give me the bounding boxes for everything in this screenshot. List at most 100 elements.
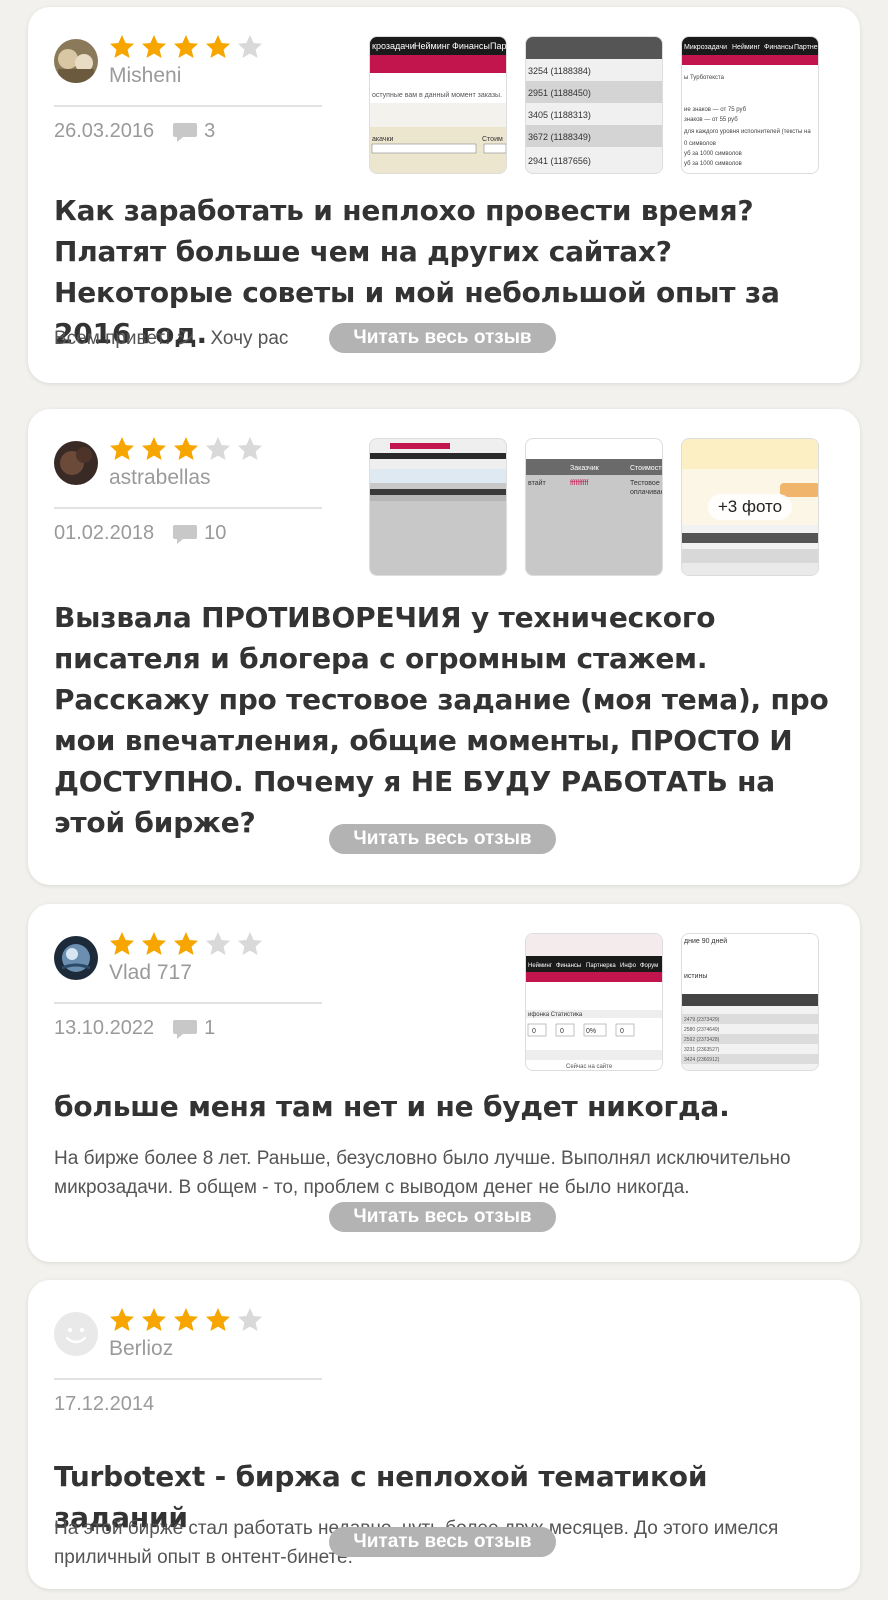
comment-bubble-icon — [173, 122, 198, 142]
review-date: 17.12.2014 — [54, 1393, 155, 1415]
review-date: 13.10.2022 — [54, 1017, 155, 1039]
review-photo[interactable]: 3254 (1188384) 2951 (1188450) 3405 (1188… — [525, 36, 663, 174]
smiley-face-icon[interactable] — [54, 1312, 98, 1356]
svg-text:Нейминг: Нейминг — [528, 962, 553, 969]
star-filled-icon — [174, 1308, 198, 1331]
rating-stars — [108, 930, 264, 958]
review-photo[interactable]: Заказчик Стоимость втайт ffffffffff Тест… — [525, 438, 663, 576]
star-filled-icon — [206, 1308, 230, 1331]
svg-text:3405 (1188313): 3405 (1188313) — [528, 110, 591, 120]
review-photo[interactable]: дние 90 дней истины 2479 (2373429) 2580 … — [681, 933, 819, 1071]
review-card[interactable]: Vlad 717 13.10.2022 1 Нейминг Финансы Парт… — [28, 904, 860, 1262]
svg-text:знаков — от 55 руб: знаков — от 55 руб — [684, 117, 738, 123]
star-filled-icon — [174, 35, 198, 58]
star-filled-icon — [142, 932, 166, 955]
svg-text:2580 (2374649): 2580 (2374649) — [684, 1027, 720, 1033]
review-photo[interactable] — [369, 438, 507, 576]
star-filled-icon — [206, 35, 230, 58]
read-more-button[interactable]: Читать весь отзыв — [329, 824, 556, 854]
username[interactable]: Vlad 717 — [109, 961, 192, 985]
review-card[interactable]: Misheni 26.03.2016 3 крозадачи Нейминг Фин… — [28, 7, 860, 383]
star-empty-icon — [238, 932, 262, 955]
review-photo[interactable]: Нейминг Финансы Партнерка Инфо Форум ифонка … — [525, 933, 663, 1071]
star-empty-icon — [238, 1308, 262, 1331]
svg-text:дние 90 дней: дние 90 дней — [684, 937, 727, 945]
svg-text:ифонка Статистика: ифонка Статистика — [528, 1012, 583, 1018]
svg-text:3424 (2360912): 3424 (2360912) — [684, 1057, 720, 1063]
username[interactable]: astrabellas — [109, 466, 211, 490]
svg-text:Партнерка: Партнерка — [794, 44, 819, 51]
star-filled-icon — [174, 437, 198, 460]
divider — [54, 1002, 322, 1004]
star-filled-icon — [110, 932, 134, 955]
divider — [54, 105, 322, 107]
svg-text:Инфо: Инфо — [620, 963, 637, 969]
star-empty-icon — [238, 437, 262, 460]
svg-text:ие знаков — от 75 руб: ие знаков — от 75 руб — [684, 107, 747, 113]
comment-bubble-icon — [173, 524, 198, 544]
review-date: 26.03.2016 — [54, 120, 155, 142]
svg-text:оплачивается: оплачивается — [630, 489, 663, 496]
avatar[interactable] — [54, 936, 98, 980]
star-filled-icon — [110, 437, 134, 460]
svg-text:уб за 1000 символов: уб за 1000 символов — [684, 161, 742, 167]
avatar[interactable] — [54, 39, 98, 83]
svg-text:Партнерка: Партнерка — [586, 963, 616, 969]
comments-count[interactable]: 1 — [172, 1017, 215, 1040]
comments-count-value: 3 — [204, 120, 216, 142]
read-more-button[interactable]: Читать весь отзыв — [329, 323, 556, 353]
read-more-button[interactable]: Читать весь отзыв — [329, 1527, 556, 1557]
svg-text:0 символов: 0 символов — [684, 141, 716, 147]
svg-text:0: 0 — [620, 1028, 624, 1035]
star-filled-icon — [142, 35, 166, 58]
divider — [54, 507, 322, 509]
svg-text:истины: истины — [684, 973, 707, 980]
svg-text:3231 (2363527): 3231 (2363527) — [684, 1047, 720, 1053]
svg-text:ы Турботекста: ы Турботекста — [684, 75, 725, 81]
svg-text:3672 (1188349): 3672 (1188349) — [528, 132, 591, 142]
svg-text:Микрозадачи: Микрозадачи — [684, 44, 727, 51]
comments-count[interactable]: 10 — [172, 522, 226, 545]
star-empty-icon — [206, 932, 230, 955]
svg-text:0%: 0% — [586, 1028, 596, 1035]
review-meta: 26.03.2016 3 — [54, 120, 215, 143]
username[interactable]: Berlioz — [109, 1337, 173, 1361]
star-filled-icon — [110, 1308, 134, 1331]
rating-stars — [108, 1306, 264, 1334]
review-meta: 13.10.2022 1 — [54, 1017, 215, 1040]
svg-text:2951 (1188450): 2951 (1188450) — [528, 88, 591, 98]
svg-text:Финансы: Финансы — [764, 44, 793, 51]
svg-text:крозадачи: крозадачи — [372, 41, 415, 51]
username[interactable]: Misheni — [109, 64, 181, 88]
svg-text:Нейминг: Нейминг — [414, 41, 451, 51]
more-photos-badge[interactable]: +3 фото — [707, 494, 793, 520]
review-card[interactable]: astrabellas 01.02.2018 10 Заказчик Стоим… — [28, 409, 860, 885]
svg-text:Тестовое зада: Тестовое зада — [630, 480, 663, 487]
review-photo[interactable]: Микрозадачи Нейминг ФинансыПартнерка ы Тур… — [681, 36, 819, 174]
svg-text:3254 (1188384): 3254 (1188384) — [528, 66, 591, 76]
star-empty-icon — [206, 437, 230, 460]
svg-text:Стоимость: Стоимость — [630, 465, 663, 472]
avatar[interactable] — [54, 441, 98, 485]
star-filled-icon — [110, 35, 134, 58]
comments-count-value: 1 — [204, 1017, 216, 1039]
svg-text:Нейминг: Нейминг — [732, 43, 760, 51]
review-photo[interactable]: +3 фото — [681, 438, 819, 576]
review-card[interactable]: Berlioz 17.12.2014 Turbotext - биржа с н… — [28, 1280, 860, 1589]
star-empty-icon — [238, 35, 262, 58]
review-title[interactable]: Вызвала ПРОТИВОРЕЧИЯ у технического писа… — [54, 597, 834, 843]
review-photo[interactable]: крозадачи Нейминг Финансы Пар оступные вам … — [369, 36, 507, 174]
svg-text:оступные вам в данный момент з: оступные вам в данный момент заказы. — [372, 91, 502, 99]
svg-text:Форум: Форум — [640, 963, 658, 969]
star-filled-icon — [174, 932, 198, 955]
star-filled-icon — [142, 1308, 166, 1331]
review-title[interactable]: больше меня там нет и не будет никогда. — [54, 1086, 834, 1127]
svg-text:2941 (1187656): 2941 (1187656) — [528, 156, 591, 166]
comments-count[interactable]: 3 — [172, 120, 215, 143]
review-meta: 17.12.2014 — [54, 1393, 154, 1416]
read-more-button[interactable]: Читать весь отзыв — [329, 1202, 556, 1232]
svg-text:2479 (2373429): 2479 (2373429) — [684, 1017, 720, 1023]
svg-text:ffffffffff: ffffffffff — [570, 480, 588, 487]
comment-bubble-icon — [173, 1019, 198, 1039]
svg-text:Финансы: Финансы — [452, 41, 490, 51]
